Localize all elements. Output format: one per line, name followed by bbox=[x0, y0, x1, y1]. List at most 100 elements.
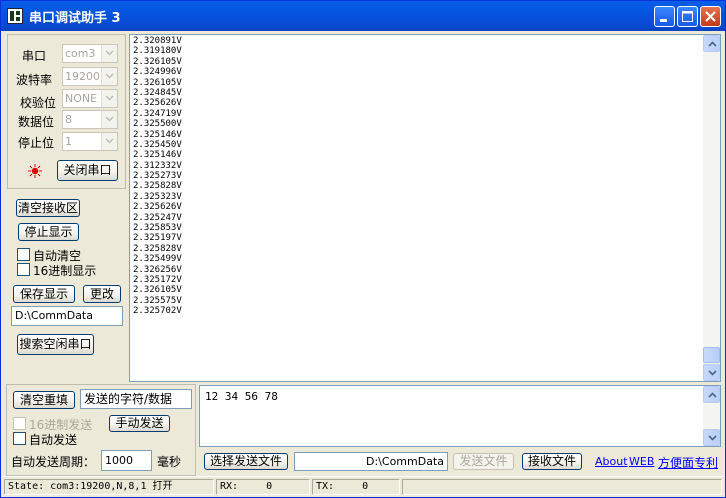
send-data-label-field: 发送的字符/数据 bbox=[80, 389, 192, 409]
main-window: 串口调试助手 3 串口 com3 波特率 19200 校验位 NONE 数据位 … bbox=[0, 0, 726, 498]
search-ports-button[interactable]: 搜索空闲串口 bbox=[17, 334, 94, 355]
chevron-down-icon bbox=[101, 68, 117, 85]
minimize-icon bbox=[660, 19, 667, 22]
databits-label: 数据位 bbox=[18, 115, 55, 129]
chevron-down-icon bbox=[101, 133, 117, 150]
databits-select-value: 8 bbox=[65, 113, 72, 126]
receive-line: 2.325450V bbox=[133, 139, 182, 150]
chevron-down-icon bbox=[708, 370, 717, 376]
scroll-down-button[interactable] bbox=[703, 364, 720, 381]
receive-scrollbar[interactable] bbox=[703, 35, 720, 381]
receive-line: 2.325146V bbox=[133, 150, 182, 161]
receive-line: 2.325197V bbox=[133, 233, 182, 244]
parity-select-value: NONE bbox=[65, 92, 98, 105]
receive-line: 2.312332V bbox=[133, 160, 182, 171]
stopbits-select[interactable]: 1 bbox=[62, 132, 118, 151]
chevron-up-icon bbox=[708, 41, 717, 47]
send-period-field[interactable]: 1000 bbox=[101, 450, 152, 471]
scroll-up-button[interactable] bbox=[703, 35, 720, 52]
status-bar: State: com3:19200,N,8,1 打开 RX: 0 TX: 0 bbox=[2, 476, 724, 497]
send-period-unit: 毫秒 bbox=[157, 455, 182, 469]
receive-line: 2.325626V bbox=[133, 98, 182, 109]
port-label: 串口 bbox=[22, 49, 47, 63]
receive-line: 2.325828V bbox=[133, 181, 182, 192]
save-display-button[interactable]: 保存显示 bbox=[13, 285, 75, 303]
auto-clear-checkbox[interactable] bbox=[17, 248, 30, 261]
hex-send-checkbox[interactable] bbox=[13, 417, 26, 430]
chevron-down-icon bbox=[708, 435, 717, 441]
toggle-port-button[interactable]: 关闭串口 bbox=[57, 160, 118, 181]
scroll-up-button[interactable] bbox=[703, 386, 720, 403]
send-text: 12 34 56 78 bbox=[205, 390, 278, 403]
maximize-button[interactable] bbox=[677, 6, 698, 27]
chevron-down-icon bbox=[101, 90, 117, 107]
send-text-area[interactable]: 12 34 56 78 bbox=[199, 385, 721, 447]
databits-select[interactable]: 8 bbox=[62, 110, 118, 129]
receive-line: 2.325499V bbox=[133, 254, 182, 265]
scroll-down-button[interactable] bbox=[703, 429, 720, 446]
receive-line: 2.326105V bbox=[133, 77, 182, 88]
port-select[interactable]: com3 bbox=[62, 44, 118, 63]
send-file-button[interactable]: 发送文件 bbox=[453, 453, 514, 470]
rx-value: 0 bbox=[266, 481, 273, 492]
receive-line: 2.326256V bbox=[133, 264, 182, 275]
receive-line: 2.325247V bbox=[133, 212, 182, 223]
tx-value: 0 bbox=[362, 481, 369, 492]
scroll-thumb[interactable] bbox=[703, 347, 720, 363]
receive-line: 2.325702V bbox=[133, 306, 182, 317]
close-icon bbox=[705, 11, 716, 22]
receive-line: 2.325500V bbox=[133, 119, 182, 130]
receive-line: 2.324719V bbox=[133, 108, 182, 119]
receive-line: 2.324996V bbox=[133, 67, 182, 78]
port-select-value: com3 bbox=[65, 47, 96, 60]
stop-display-button[interactable]: 停止显示 bbox=[18, 223, 79, 241]
web-link[interactable]: WEB bbox=[629, 455, 654, 468]
close-button[interactable] bbox=[700, 6, 721, 27]
brand-link[interactable]: 方便面专利 bbox=[658, 454, 718, 471]
window-title: 串口调试助手 3 bbox=[29, 11, 121, 26]
parity-label: 校验位 bbox=[20, 96, 57, 110]
receive-line: 2.325172V bbox=[133, 274, 182, 285]
auto-send-label: 自动发送 bbox=[29, 433, 78, 447]
receive-line: 2.325853V bbox=[133, 223, 182, 234]
status-tx: TX: 0 bbox=[312, 479, 400, 495]
status-empty bbox=[402, 479, 722, 495]
baud-select[interactable]: 19200 bbox=[62, 67, 118, 86]
receive-line: 2.325626V bbox=[133, 202, 182, 213]
send-period-label: 自动发送周期： bbox=[11, 455, 96, 469]
stopbits-select-value: 1 bbox=[65, 135, 72, 148]
hex-display-checkbox[interactable] bbox=[17, 263, 30, 276]
receive-line: 2.326105V bbox=[133, 56, 182, 67]
minimize-button[interactable] bbox=[654, 6, 675, 27]
select-send-file-button[interactable]: 选择发送文件 bbox=[204, 453, 288, 470]
receive-line: 2.326105V bbox=[133, 285, 182, 296]
maximize-icon bbox=[682, 11, 693, 22]
hex-display-label: 16进制显示 bbox=[33, 264, 97, 278]
chevron-down-icon bbox=[101, 111, 117, 128]
about-link[interactable]: About bbox=[595, 455, 628, 468]
chevron-up-icon bbox=[708, 392, 717, 398]
status-rx: RX: 0 bbox=[216, 479, 310, 495]
parity-select[interactable]: NONE bbox=[62, 89, 118, 108]
clear-reset-button[interactable]: 清空重填 bbox=[13, 391, 75, 409]
port-status-indicator-icon bbox=[28, 164, 42, 178]
receive-line: 2.325828V bbox=[133, 243, 182, 254]
title-bar[interactable]: 串口调试助手 3 bbox=[1, 1, 725, 31]
save-path-field[interactable]: D:\CommData bbox=[11, 306, 123, 326]
send-file-path-field[interactable]: D:\CommData bbox=[294, 452, 448, 471]
status-state: State: com3:19200,N,8,1 打开 bbox=[4, 479, 214, 495]
receive-file-button[interactable]: 接收文件 bbox=[522, 453, 582, 470]
tx-label: TX: bbox=[316, 481, 335, 492]
change-path-button[interactable]: 更改 bbox=[83, 285, 121, 303]
auto-send-checkbox[interactable] bbox=[13, 432, 26, 445]
clear-receive-button[interactable]: 清空接收区 bbox=[16, 199, 80, 217]
receive-area[interactable]: 2.320891V 2.319180V 2.326105V 2.324996V 2.32… bbox=[129, 34, 721, 382]
receive-line: 2.325273V bbox=[133, 171, 182, 182]
receive-line: 2.320891V bbox=[133, 36, 182, 46]
manual-send-button[interactable]: 手动发送 bbox=[109, 415, 170, 432]
receive-line: 2.319180V bbox=[133, 46, 182, 57]
receive-text: 2.320891V 2.319180V 2.326105V 2.324996V 2.32… bbox=[133, 36, 182, 317]
receive-line: 2.325146V bbox=[133, 129, 182, 140]
send-scrollbar[interactable] bbox=[703, 386, 720, 446]
receive-line: 2.325575V bbox=[133, 295, 182, 306]
